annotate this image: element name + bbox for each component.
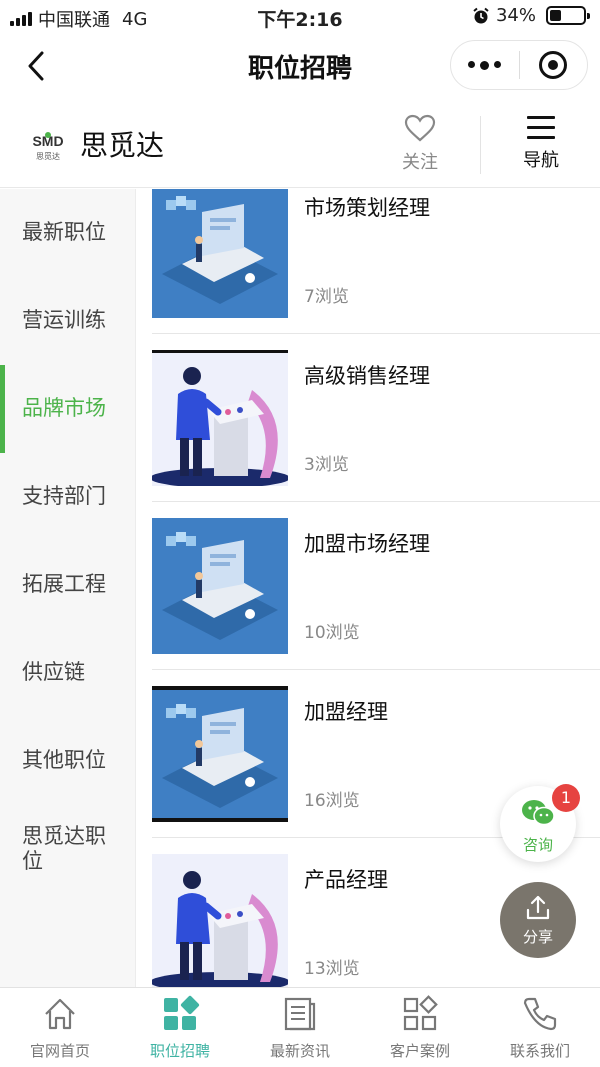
job-views: 10浏览 bbox=[304, 623, 360, 643]
battery-percent: 34% bbox=[495, 5, 536, 26]
bottom-tab-bar: 官网首页 职位招聘 最新资讯 客户案例 联系我们 bbox=[0, 987, 600, 1067]
job-title: 市场策划经理 bbox=[304, 196, 430, 220]
tab-jobs-label: 职位招聘 bbox=[149, 1042, 210, 1060]
job-title: 产品经理 bbox=[304, 868, 388, 892]
kiosk-illustration bbox=[152, 350, 288, 486]
phone-icon bbox=[523, 997, 557, 1031]
sidebar-item-support[interactable]: 支持部门 bbox=[0, 453, 136, 541]
svg-text:思觅达: 思觅达 bbox=[36, 151, 60, 161]
kiosk-illustration bbox=[152, 854, 288, 987]
job-views: 16浏览 bbox=[304, 791, 360, 811]
news-icon bbox=[284, 997, 316, 1031]
home-icon bbox=[45, 998, 75, 1030]
hamburger-icon bbox=[527, 116, 555, 139]
job-title: 高级销售经理 bbox=[304, 364, 430, 388]
sidebar-item-simida[interactable]: 思觅达职位 bbox=[0, 805, 136, 893]
brand-logo: SMD 思觅达 bbox=[32, 132, 64, 161]
share-icon bbox=[526, 895, 550, 920]
wechat-icon bbox=[522, 800, 555, 826]
sidebar-item-expansion[interactable]: 拓展工程 bbox=[0, 541, 136, 629]
job-title: 加盟经理 bbox=[304, 700, 388, 724]
navigation-bar: 职位招聘 bbox=[0, 34, 600, 100]
sidebar-item-brand-marketing[interactable]: 品牌市场 bbox=[0, 365, 136, 453]
status-bar: 中国联通 4G 下午2:16 34% bbox=[0, 0, 600, 34]
battery-icon bbox=[546, 6, 590, 25]
share-button[interactable]: 分享 bbox=[500, 882, 576, 958]
heart-icon bbox=[404, 114, 436, 142]
job-title: 加盟市场经理 bbox=[304, 532, 430, 556]
tab-home[interactable]: 官网首页 bbox=[0, 988, 120, 1067]
laptop-illustration bbox=[152, 686, 288, 822]
sidebar-item-supply-chain[interactable]: 供应链 bbox=[0, 629, 136, 717]
nav-menu-button[interactable]: 导航 bbox=[514, 114, 568, 172]
follow-label: 关注 bbox=[402, 152, 438, 173]
brand-name: 思觅达 bbox=[80, 129, 165, 162]
job-list: 市场策划经理 7浏览 高级销售经理 3浏览 加盟市场经理 10浏览 加盟经理 1… bbox=[137, 189, 600, 987]
mini-program-capsule bbox=[450, 40, 588, 90]
sidebar-item-latest[interactable]: 最新职位 bbox=[0, 189, 136, 277]
tab-jobs[interactable]: 职位招聘 bbox=[120, 988, 240, 1067]
tab-cases[interactable]: 客户案例 bbox=[360, 988, 480, 1067]
tab-news-label: 最新资讯 bbox=[269, 1042, 330, 1060]
unread-badge: 1 bbox=[552, 784, 580, 812]
laptop-illustration bbox=[152, 189, 288, 318]
tab-contact-label: 联系我们 bbox=[509, 1042, 570, 1060]
share-label: 分享 bbox=[522, 928, 553, 946]
sidebar-item-operations[interactable]: 营运训练 bbox=[0, 277, 136, 365]
more-button[interactable] bbox=[451, 41, 519, 89]
job-card[interactable]: 高级销售经理 3浏览 bbox=[152, 334, 600, 502]
brand-header: SMD 思觅达 思觅达 关注 导航 bbox=[0, 100, 600, 188]
tab-home-label: 官网首页 bbox=[29, 1042, 90, 1060]
consult-label: 咨询 bbox=[522, 836, 553, 854]
tab-news[interactable]: 最新资讯 bbox=[240, 988, 360, 1067]
job-views: 13浏览 bbox=[304, 959, 360, 979]
tab-cases-label: 客户案例 bbox=[389, 1042, 450, 1060]
category-sidebar: 最新职位 营运训练 品牌市场 支持部门 拓展工程 供应链 其他职位 思觅达职位 bbox=[0, 189, 136, 987]
alarm-icon bbox=[473, 7, 489, 23]
job-views: 3浏览 bbox=[304, 455, 349, 475]
sidebar-item-other[interactable]: 其他职位 bbox=[0, 717, 136, 805]
battery-fill bbox=[550, 10, 561, 21]
tab-contact[interactable]: 联系我们 bbox=[480, 988, 600, 1067]
job-card[interactable]: 市场策划经理 7浏览 bbox=[152, 189, 600, 334]
nav-menu-label: 导航 bbox=[523, 150, 559, 171]
cases-icon bbox=[403, 995, 438, 1031]
close-button[interactable] bbox=[520, 41, 588, 89]
laptop-illustration bbox=[152, 518, 288, 654]
divider bbox=[480, 116, 481, 174]
job-card[interactable]: 加盟市场经理 10浏览 bbox=[152, 502, 600, 670]
target-icon bbox=[539, 51, 568, 79]
more-dots-icon bbox=[468, 60, 502, 70]
grid-icon bbox=[164, 995, 200, 1030]
consult-button[interactable]: 咨询 1 bbox=[500, 784, 580, 862]
follow-button[interactable]: 关注 bbox=[392, 114, 448, 174]
job-views: 7浏览 bbox=[304, 287, 349, 307]
